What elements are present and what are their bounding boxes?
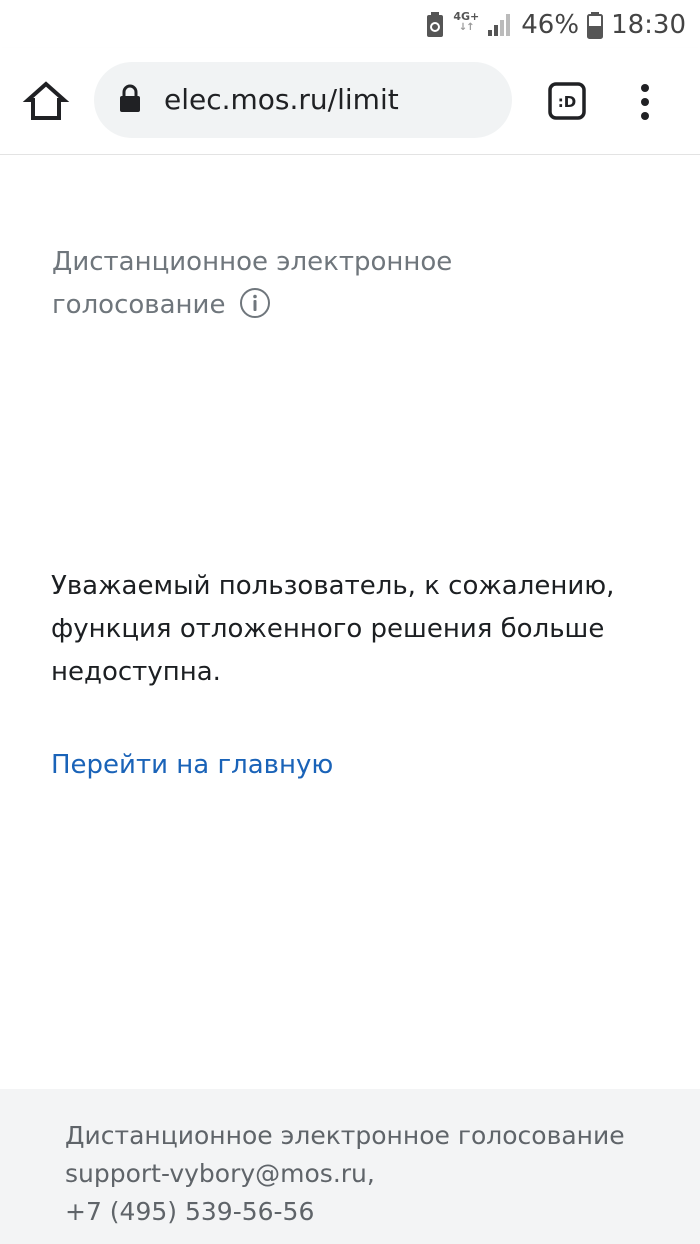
clock: 18:30 (611, 10, 686, 40)
footer-contacts: Дистанционное электронное голосование su… (65, 1117, 625, 1231)
unavailable-message: Уважаемый пользователь, к сожалению, фун… (51, 571, 615, 687)
status-bar: 4G+ ↓↑ 46% 18:30 (0, 0, 700, 48)
service-title: Дистанционное электронное голосование (52, 241, 512, 327)
extension-icon: :D (548, 82, 586, 120)
status-indicators: 4G+ ↓↑ 46% 18:30 (425, 8, 686, 42)
footer-support-phone[interactable]: +7 (495) 539-56-56 (65, 1193, 625, 1231)
footer-support-email[interactable]: support-vybory@mos.ru, (65, 1155, 625, 1193)
footer-title: Дистанционное электронное голосование (65, 1121, 625, 1150)
network-activity-arrows: ↓↑ (458, 22, 475, 33)
extension-button[interactable]: :D (548, 82, 586, 120)
overflow-menu-button[interactable] (628, 80, 662, 124)
go-home-link[interactable]: Перейти на главную (51, 745, 333, 785)
extension-label: :D (558, 93, 576, 111)
page-content: Дистанционное электронное голосование Ув… (0, 155, 700, 1089)
network-type-indicator: 4G+ ↓↑ (453, 11, 479, 33)
battery-percent: 46% (521, 10, 580, 40)
address-bar[interactable]: elec.mos.ru/limit (94, 62, 512, 138)
info-icon[interactable] (239, 287, 271, 319)
lock-icon (120, 84, 140, 112)
page-footer: Дистанционное электронное голосование su… (0, 1089, 700, 1244)
battery-icon (587, 12, 604, 39)
browser-toolbar: elec.mos.ru/limit :D (0, 48, 700, 155)
home-button[interactable] (22, 78, 70, 126)
url-text: elec.mos.ru/limit (164, 83, 399, 116)
home-icon (22, 81, 70, 120)
signal-icon (488, 14, 511, 36)
network-type-label: 4G+ (453, 10, 480, 23)
overflow-menu-icon (641, 84, 649, 120)
battery-saver-icon (427, 12, 444, 37)
